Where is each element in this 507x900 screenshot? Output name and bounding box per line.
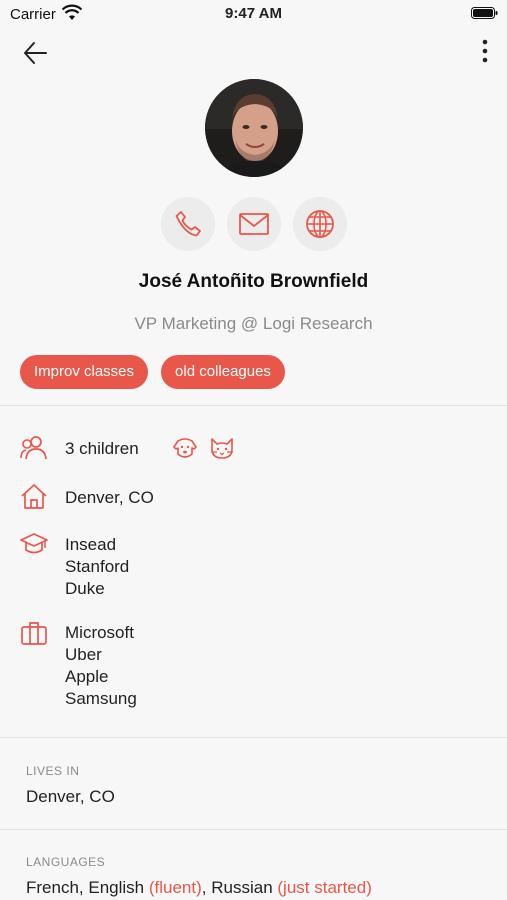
work-item: Samsung xyxy=(65,689,137,708)
language-names: French, English xyxy=(26,878,145,897)
tag-chip[interactable]: Improv classes xyxy=(20,355,149,389)
children-count: 3 children xyxy=(65,439,139,458)
mail-icon xyxy=(239,213,269,235)
languages-value: French, English (fluent), Russian (just … xyxy=(26,878,372,898)
contact-subtitle: VP Marketing @ Logi Research xyxy=(134,314,373,333)
divider xyxy=(0,829,507,830)
language-level: (fluent) xyxy=(148,878,202,897)
status-bar: Carrier 9:47 AM xyxy=(0,0,507,30)
divider xyxy=(0,405,507,406)
language-names: , Russian xyxy=(201,878,273,897)
divider xyxy=(0,737,507,738)
tag-chip[interactable]: old colleagues xyxy=(161,355,285,389)
more-vertical-icon[interactable] xyxy=(480,38,490,66)
email-button[interactable] xyxy=(227,197,281,251)
dog-icon xyxy=(173,438,197,458)
education-list: Insead Stanford Duke xyxy=(65,534,129,600)
back-arrow-icon[interactable] xyxy=(22,40,48,66)
graduation-cap-icon xyxy=(20,533,48,554)
contact-name: José Antoñito Brownfield xyxy=(138,271,369,292)
call-button[interactable] xyxy=(161,197,215,251)
education-item: Stanford xyxy=(65,557,130,576)
battery-icon xyxy=(471,7,498,19)
home-location: Denver, CO xyxy=(65,488,154,507)
clock: 9:47 AM xyxy=(225,5,282,22)
people-icon xyxy=(20,436,47,460)
education-item: Duke xyxy=(65,579,105,598)
language-level: (just started) xyxy=(277,878,372,897)
work-item: Uber xyxy=(65,645,102,664)
phone-icon xyxy=(175,211,201,237)
website-button[interactable] xyxy=(293,197,347,251)
globe-icon xyxy=(306,210,334,238)
work-item: Apple xyxy=(65,667,109,686)
languages-label: LANGUAGES xyxy=(26,855,106,869)
cat-icon xyxy=(211,438,233,459)
lives-in-value: Denver, CO xyxy=(26,787,115,806)
work-list: Microsoft Uber Apple Samsung xyxy=(65,622,137,710)
briefcase-icon xyxy=(21,622,47,645)
lives-in-label: LIVES IN xyxy=(26,764,80,778)
avatar xyxy=(205,79,303,177)
work-item: Microsoft xyxy=(65,623,134,642)
home-icon xyxy=(21,484,47,509)
tag-list: Improv classes old colleagues xyxy=(20,355,285,389)
education-item: Insead xyxy=(65,535,117,554)
